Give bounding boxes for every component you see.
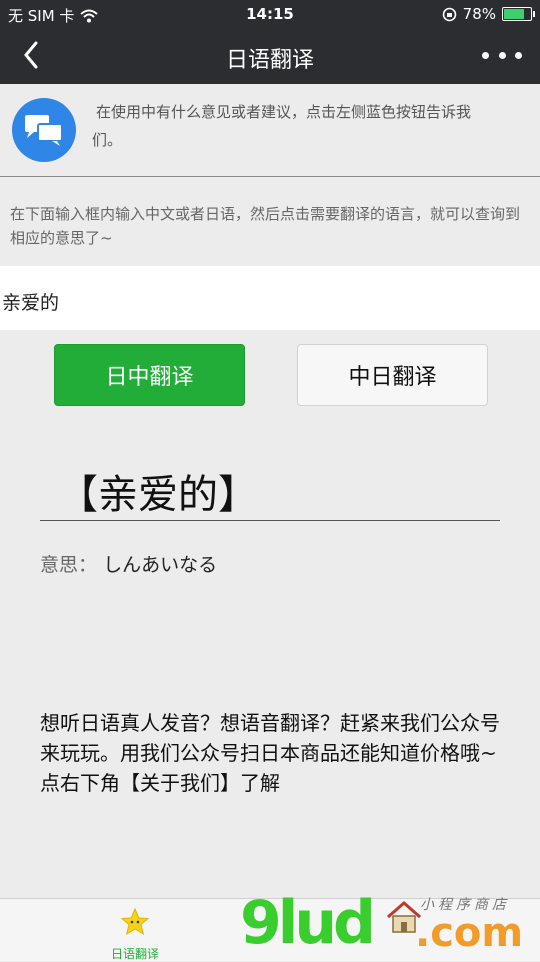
more-options-icon[interactable] [482,40,522,70]
result-word: 【亲爱的】 [58,472,258,518]
instruction-text: 在下面输入框内输入中文或者日语，然后点击需要翻译的语言，就可以查询到相应的意思了… [10,205,521,247]
feedback-text: 在使用中有什么意见或者建议，点击左侧蓝色按钮告诉我们。 [92,103,472,149]
star-icon [120,907,150,936]
feedback-chat-icon[interactable] [12,98,76,162]
jp-to-cn-button[interactable]: 日中翻译 [54,344,245,406]
result-divider [40,520,500,521]
battery-percent: 78% [462,5,496,23]
feedback-banner: 在使用中有什么意见或者建议，点击左侧蓝色按钮告诉我们。 [0,84,540,177]
status-right: 78% [442,5,535,23]
promo-text: 想听日语真人发音？想语音翻译？赶紧来我们公众号来玩玩。用我们公众号扫日本商品还能… [40,711,500,795]
page-title: 日语翻译 [225,48,314,73]
meaning-label: 意思： [40,554,98,576]
tab-japanese-translation[interactable]: 日语翻译 [100,907,170,962]
tab-label: 日语翻译 [110,947,159,961]
result-meaning: 意思： しんあいなる [40,550,217,577]
nav-bar: 日语翻译 [0,28,540,84]
meaning-value: しんあいなる [103,554,218,576]
translation-input[interactable]: 亲爱的 [0,266,540,330]
status-bar: 无 SIM 卡 14:15 78% [0,0,540,28]
battery-icon [502,7,535,21]
input-value[interactable]: 亲爱的 [2,288,59,315]
tab-bar: 日语翻译 [0,898,540,961]
cn-to-jp-button[interactable]: 中日翻译 [297,344,488,406]
rotation-lock-icon [442,7,456,21]
